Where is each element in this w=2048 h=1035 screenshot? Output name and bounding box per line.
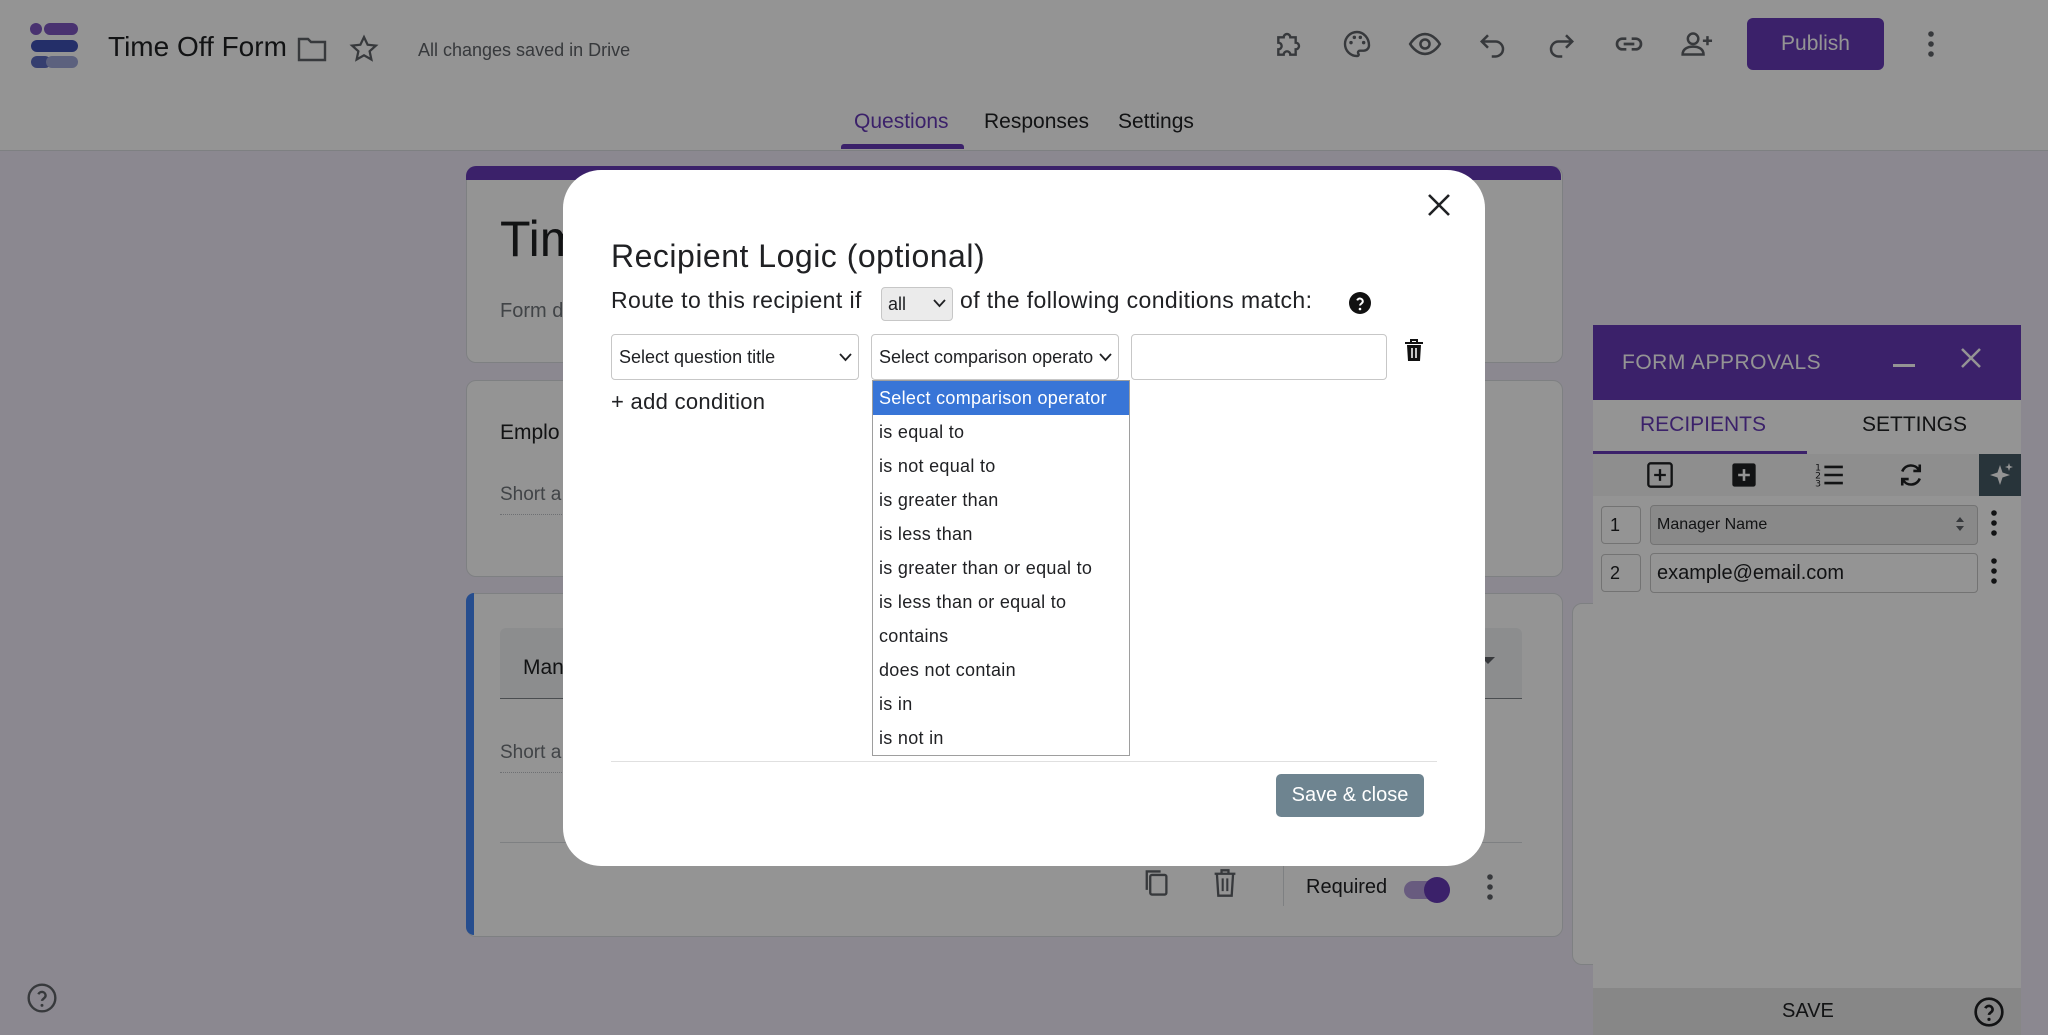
operator-option[interactable]: is not equal to <box>873 449 1129 483</box>
delete-condition-icon[interactable] <box>1404 339 1424 362</box>
route-prefix-text: Route to this recipient if <box>611 287 862 313</box>
operator-option[interactable]: is in <box>873 687 1129 721</box>
operator-option[interactable]: contains <box>873 619 1129 653</box>
condition-value-input[interactable] <box>1131 334 1387 380</box>
operator-option[interactable]: is not in <box>873 721 1129 755</box>
operator-option[interactable]: is greater than or equal to <box>873 551 1129 585</box>
dialog-footer-divider <box>611 761 1437 762</box>
operator-option[interactable]: is equal to <box>873 415 1129 449</box>
add-condition-link[interactable]: + add condition <box>611 389 765 415</box>
question-title-select-value: Select question title <box>619 346 776 367</box>
dialog-close-icon[interactable] <box>1427 193 1451 217</box>
operator-option[interactable]: is less than <box>873 517 1129 551</box>
chevron-down-icon <box>933 299 946 308</box>
comparison-operator-select-value: Select comparison operator <box>879 346 1093 367</box>
chevron-down-icon <box>1099 353 1112 362</box>
operator-option[interactable]: Select comparison operator <box>873 381 1129 415</box>
operator-option[interactable]: is greater than <box>873 483 1129 517</box>
dialog-title: Recipient Logic (optional) <box>611 238 986 274</box>
comparison-operator-select[interactable]: Select comparison operator <box>871 334 1119 380</box>
match-mode-select[interactable]: all <box>881 287 953 321</box>
operator-option[interactable]: is less than or equal to <box>873 585 1129 619</box>
route-suffix-text: of the following conditions match: <box>960 287 1313 313</box>
question-title-select[interactable]: Select question title <box>611 334 859 380</box>
operator-option[interactable]: does not contain <box>873 653 1129 687</box>
operator-dropdown-list: Select comparison operator is equal to i… <box>872 380 1130 756</box>
save-and-close-button[interactable]: Save & close <box>1276 774 1424 817</box>
match-mode-value: all <box>888 293 907 314</box>
info-help-icon[interactable] <box>1348 291 1372 315</box>
chevron-down-icon <box>839 353 852 362</box>
